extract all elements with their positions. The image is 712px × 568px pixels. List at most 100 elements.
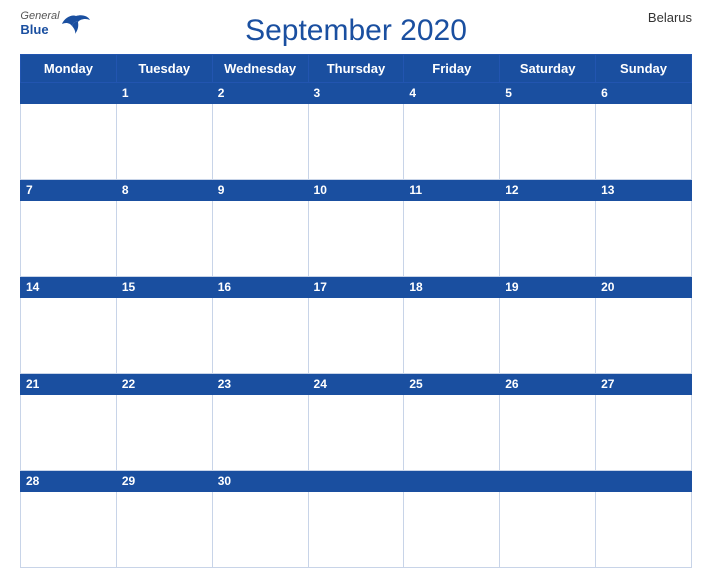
day-cell [404, 492, 500, 568]
day-number: 13 [601, 183, 614, 197]
day-number: 6 [601, 86, 608, 100]
band-cell: 23 [212, 374, 308, 395]
band-cell: 4 [404, 83, 500, 104]
day-cell [404, 104, 500, 180]
day-number: 5 [505, 86, 512, 100]
day-cell [308, 298, 404, 374]
band-cell: 6 [596, 83, 692, 104]
week-content-row-5 [21, 492, 692, 568]
day-cell [21, 395, 117, 471]
week-band-row-3: 14 15 16 17 18 19 20 [21, 277, 692, 298]
day-number: 3 [314, 86, 321, 100]
day-cell [116, 395, 212, 471]
day-number: 29 [122, 474, 135, 488]
day-number: 15 [122, 280, 135, 294]
day-number: 22 [122, 377, 135, 391]
week-band-row-4: 21 22 23 24 252627 [21, 374, 692, 395]
band-cell: 14 [21, 277, 117, 298]
day-cell [212, 492, 308, 568]
day-number: 4 [409, 86, 416, 100]
week-content-row-2 [21, 201, 692, 277]
day-cell [116, 492, 212, 568]
band-cell: 8 [116, 180, 212, 201]
day-number: 16 [218, 280, 231, 294]
day-cell [21, 104, 117, 180]
calendar-table: Monday Tuesday Wednesday Thursday Friday… [20, 54, 692, 568]
band-cell: 25 [404, 374, 500, 395]
week-band-row-1: 123456 [21, 83, 692, 104]
band-cell [596, 471, 692, 492]
band-cell: 12 [500, 180, 596, 201]
day-cell [500, 395, 596, 471]
logo-general: General [20, 10, 59, 22]
day-number: 17 [314, 280, 327, 294]
band-cell [500, 471, 596, 492]
day-cell [404, 298, 500, 374]
band-cell: 24 [308, 374, 404, 395]
band-cell: 21 [21, 374, 117, 395]
day-cell [404, 395, 500, 471]
day-cell [116, 201, 212, 277]
week-content-row-4 [21, 395, 692, 471]
day-cell [212, 201, 308, 277]
day-number: 19 [505, 280, 518, 294]
day-cell [212, 298, 308, 374]
day-number: 23 [218, 377, 231, 391]
band-cell: 3 [308, 83, 404, 104]
logo-blue: Blue [20, 22, 59, 37]
band-cell: 28 [21, 471, 117, 492]
col-tuesday: Tuesday [116, 55, 212, 83]
day-cell [21, 492, 117, 568]
day-number: 9 [218, 183, 225, 197]
band-cell: 10 [308, 180, 404, 201]
weekday-header-row: Monday Tuesday Wednesday Thursday Friday… [21, 55, 692, 83]
day-number: 24 [314, 377, 327, 391]
day-number: 28 [26, 474, 39, 488]
band-cell: 27 [596, 374, 692, 395]
day-cell [500, 104, 596, 180]
day-number: 14 [26, 280, 39, 294]
day-cell [212, 104, 308, 180]
col-sunday: Sunday [596, 55, 692, 83]
col-thursday: Thursday [308, 55, 404, 83]
page-title: September 2020 [245, 14, 467, 48]
calendar: Monday Tuesday Wednesday Thursday Friday… [20, 54, 692, 568]
day-cell [596, 104, 692, 180]
day-cell [308, 104, 404, 180]
col-friday: Friday [404, 55, 500, 83]
day-cell [596, 395, 692, 471]
day-cell [308, 492, 404, 568]
country-label: Belarus [648, 10, 692, 25]
day-number: 11 [409, 183, 422, 197]
col-monday: Monday [21, 55, 117, 83]
day-number: 30 [218, 474, 231, 488]
day-cell [212, 395, 308, 471]
band-cell: 15 [116, 277, 212, 298]
week-band-row-2: 7 8 9 10 11 12 13 [21, 180, 692, 201]
col-wednesday: Wednesday [212, 55, 308, 83]
week-content-row-3 [21, 298, 692, 374]
day-cell [308, 395, 404, 471]
day-number: 1 [122, 86, 129, 100]
band-cell: 13 [596, 180, 692, 201]
band-cell: 16 [212, 277, 308, 298]
day-cell [596, 201, 692, 277]
band-cell: 20 [596, 277, 692, 298]
week-content-row-1 [21, 104, 692, 180]
band-cell: 26 [500, 374, 596, 395]
band-cell [21, 83, 117, 104]
band-cell: 29 [116, 471, 212, 492]
band-cell: 19 [500, 277, 596, 298]
band-cell: 17 [308, 277, 404, 298]
day-number: 7 [26, 183, 33, 197]
day-cell [500, 298, 596, 374]
day-cell [596, 298, 692, 374]
day-number: 10 [314, 183, 327, 197]
band-cell: 11 [404, 180, 500, 201]
band-cell: 22 [116, 374, 212, 395]
calendar-header: General Blue September 2020 Belarus [20, 10, 692, 48]
band-cell: 18 [404, 277, 500, 298]
band-cell: 1 [116, 83, 212, 104]
day-number: 8 [122, 183, 129, 197]
day-cell [116, 298, 212, 374]
